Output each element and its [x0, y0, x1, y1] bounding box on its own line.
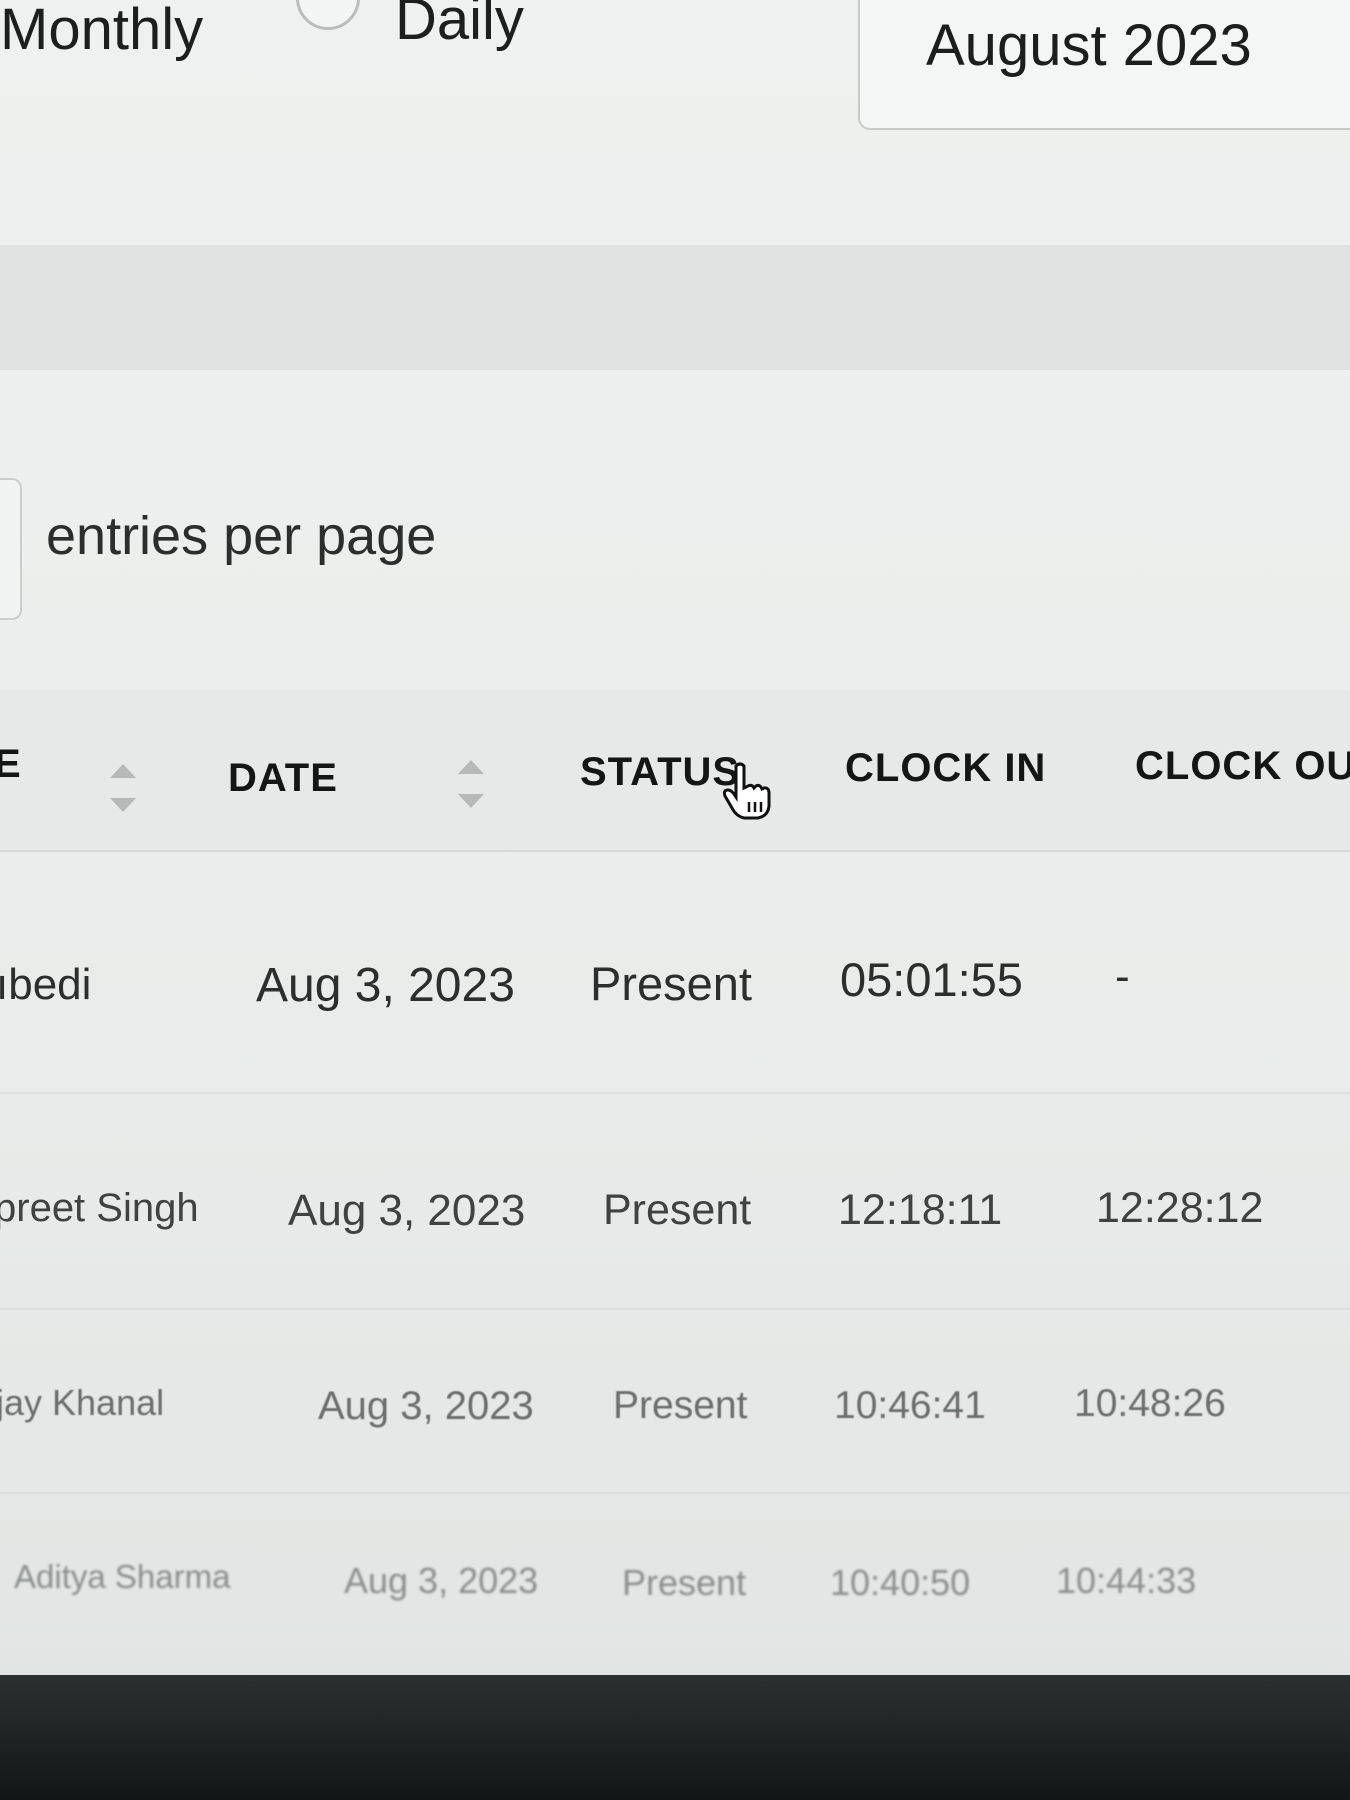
cell-name: Aditya Sharma [14, 1558, 231, 1595]
table-row[interactable]: preet Singh Aug 3, 2023 Present 12:18:11… [0, 1094, 1350, 1310]
cell-date: Aug 3, 2023 [288, 1186, 526, 1235]
column-header-status[interactable]: STATUS [580, 750, 740, 795]
table-row[interactable]: ıbedi Aug 3, 2023 Present 05:01:55 - [0, 852, 1350, 1094]
radio-daily-label[interactable]: Daily [395, 0, 524, 53]
cell-date: Aug 3, 2023 [344, 1560, 539, 1601]
column-header-name[interactable]: E [0, 742, 22, 787]
month-picker-value: August 2023 [926, 13, 1252, 78]
cell-name: ıbedi [0, 960, 92, 1009]
column-header-clock-in[interactable]: CLOCK IN [845, 746, 1046, 791]
cell-clock-in: 05:01:55 [840, 953, 1023, 1006]
month-picker[interactable]: August 2023 [858, 0, 1350, 130]
column-header-clock-out[interactable]: CLOCK OU [1135, 744, 1350, 789]
cell-clock-out: 10:48:26 [1074, 1382, 1226, 1425]
table-row[interactable]: jay Khanal Aug 3, 2023 Present 10:46:41 … [0, 1310, 1350, 1494]
entries-per-page-select[interactable] [0, 478, 22, 620]
cell-status: Present [622, 1562, 747, 1603]
cell-clock-out: - [1115, 952, 1130, 1001]
cell-clock-out: 10:44:33 [1056, 1560, 1197, 1601]
table-header: E DATE STATUS CLOCK IN CLOCK OU [0, 690, 1350, 852]
cell-clock-out: 12:28:12 [1096, 1184, 1264, 1232]
radio-daily-button[interactable] [296, 0, 360, 30]
cell-clock-in: 12:18:11 [838, 1186, 1003, 1234]
cell-status: Present [603, 1186, 752, 1234]
cell-clock-in: 10:46:41 [834, 1384, 986, 1427]
screen: Monthly Daily August 2023 entries per pa… [0, 0, 1350, 1675]
filter-bar [0, 245, 1350, 370]
cell-name: jay Khanal [0, 1382, 165, 1423]
cell-name: preet Singh [0, 1186, 199, 1230]
monitor-bezel [0, 1675, 1350, 1800]
radio-monthly-label[interactable]: Monthly [0, 0, 203, 63]
cell-date: Aug 3, 2023 [256, 959, 515, 1012]
column-header-date[interactable]: DATE [228, 756, 338, 801]
cell-clock-in: 10:40:50 [830, 1562, 971, 1603]
cell-date: Aug 3, 2023 [318, 1384, 534, 1428]
sort-icon[interactable] [108, 764, 138, 814]
entries-per-page-label: entries per page [46, 506, 437, 566]
cell-status: Present [590, 957, 752, 1010]
sort-icon[interactable] [456, 760, 486, 810]
cell-status: Present [613, 1384, 748, 1427]
hand-cursor-icon [722, 762, 771, 820]
table-row[interactable]: Aditya Sharma Aug 3, 2023 Present 10:40:… [0, 1494, 1350, 1675]
